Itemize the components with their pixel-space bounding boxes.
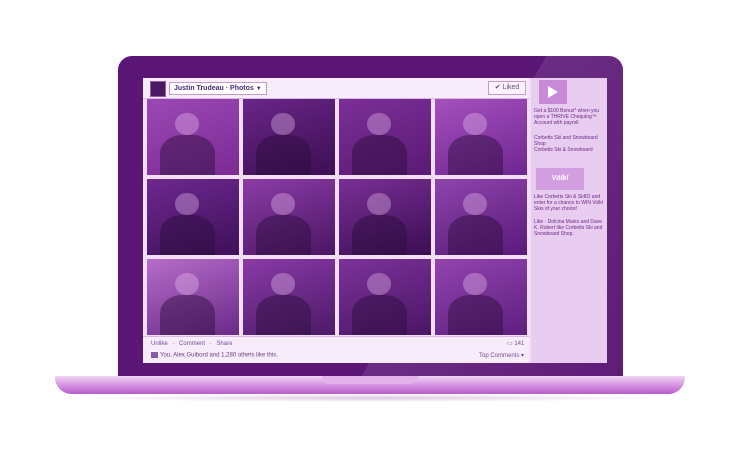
photo-thumbnail[interactable] <box>147 179 239 255</box>
liked-label: Liked <box>502 84 520 91</box>
comment-count-value: 141 <box>514 341 525 347</box>
likes-summary[interactable]: You, Alex Guibord and 1,280 others like … <box>151 352 278 359</box>
laptop-screen: Justin Trudeau · Photos ▼ ✔ Liked Unlike… <box>143 78 607 363</box>
share-link[interactable]: Share <box>216 341 232 347</box>
laptop-notch <box>322 376 418 384</box>
photo-thumbnail[interactable] <box>339 259 431 335</box>
photo-viewer-header: Justin Trudeau · Photos ▼ ✔ Liked <box>143 78 529 99</box>
laptop-shadow <box>80 394 660 402</box>
dot-separator: · <box>172 341 175 347</box>
photo-thumbnail[interactable] <box>243 179 335 255</box>
unlike-link[interactable]: Unlike <box>151 341 168 347</box>
comment-icon: ▭ <box>507 341 513 347</box>
photo-thumbnail[interactable] <box>435 259 527 335</box>
comment-link[interactable]: Comment <box>179 341 205 347</box>
dot-separator: · <box>209 341 212 347</box>
ad-contest-text[interactable]: Like Corbetts Ski & Sk8O and enter for a… <box>534 194 604 212</box>
page-name-link[interactable]: Justin Trudeau <box>174 85 224 92</box>
breadcrumb-separator: · <box>225 85 229 92</box>
photo-thumbnail[interactable] <box>339 179 431 255</box>
photo-thumbnail[interactable] <box>435 99 527 175</box>
photo-thumbnail[interactable] <box>243 99 335 175</box>
play-icon <box>548 86 558 98</box>
ad-shop-subtitle: Corbetts Ski & Snowboard <box>534 147 593 153</box>
top-comments-dropdown[interactable]: Top Comments ▾ <box>479 352 524 359</box>
photo-thumbnail[interactable] <box>339 99 431 175</box>
photo-thumbnail[interactable] <box>435 179 527 255</box>
likes-text: You, Alex Guibord and 1,280 others like … <box>160 352 278 359</box>
photos-link[interactable]: Photos <box>230 85 254 92</box>
liked-button[interactable]: ✔ Liked <box>488 81 526 95</box>
ads-sidebar: Get a $100 Bonus* when you open a THRIVE… <box>531 78 607 363</box>
chevron-down-icon[interactable]: ▼ <box>256 86 262 92</box>
thumbs-up-icon <box>151 352 158 358</box>
comment-count[interactable]: ▭ 141 <box>507 340 524 347</box>
photo-thumbnail[interactable] <box>147 99 239 175</box>
ad-shop-title[interactable]: Corbetts Ski and Snowboard Shop <box>534 135 604 147</box>
check-icon: ✔ <box>494 84 501 91</box>
action-links: Unlike · Comment · Share <box>151 341 235 347</box>
photo-grid <box>147 99 527 335</box>
breadcrumb[interactable]: Justin Trudeau · Photos ▼ <box>169 82 267 95</box>
profile-avatar[interactable] <box>150 81 166 97</box>
photo-footer: Unlike · Comment · Share ▭ 141 You, Alex… <box>143 336 529 363</box>
ad-like-text[interactable]: Like · Dolcina Marks and Dave K. Robert … <box>534 219 604 237</box>
ad-bank-text[interactable]: Get a $100 Bonus* when you open a THRIVE… <box>534 108 604 126</box>
photo-thumbnail[interactable] <box>147 259 239 335</box>
photo-thumbnail[interactable] <box>243 259 335 335</box>
volkl-logo[interactable]: Völkl <box>536 168 584 190</box>
